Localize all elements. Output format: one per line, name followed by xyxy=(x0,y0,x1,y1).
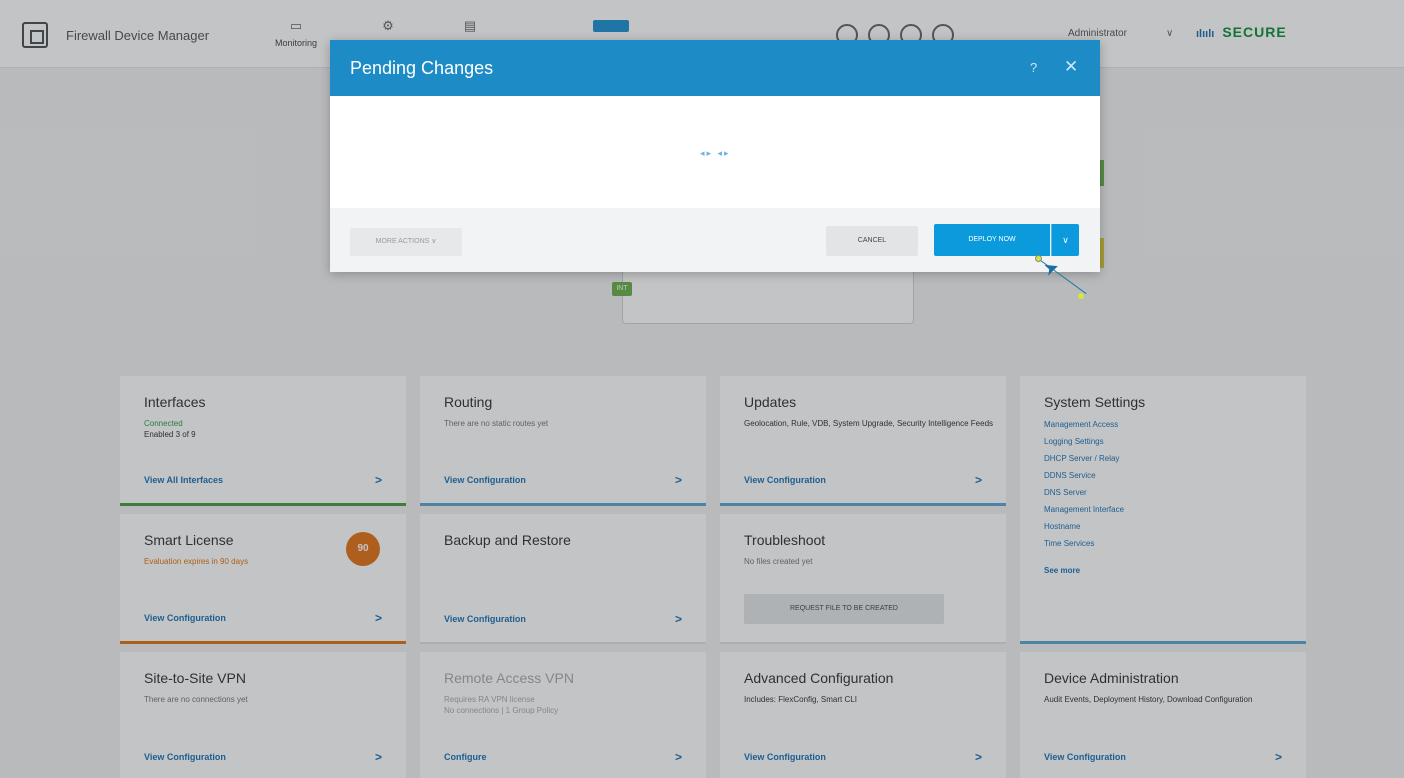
help-icon[interactable]: ? xyxy=(1030,60,1037,75)
cursor-trail-dot xyxy=(1078,293,1084,299)
deploy-options-dropdown[interactable]: ∨ xyxy=(1051,224,1079,256)
dialog-header: Pending Changes ? ✕ xyxy=(330,40,1100,96)
dialog-title: Pending Changes xyxy=(350,58,494,78)
loading-spinner-icon: ◂▸ ◂▸ xyxy=(700,148,731,158)
cancel-button[interactable]: CANCEL xyxy=(826,226,918,256)
close-icon[interactable]: ✕ xyxy=(1064,57,1078,77)
more-actions-button[interactable]: MORE ACTIONS ∨ xyxy=(350,228,462,256)
dialog-body: ◂▸ ◂▸ xyxy=(330,96,1100,208)
pending-changes-dialog: Pending Changes ? ✕ ◂▸ ◂▸ MORE ACTIONS ∨… xyxy=(330,40,1100,272)
dialog-footer: MORE ACTIONS ∨ CANCEL DEPLOY NOW ∨ xyxy=(330,208,1100,272)
deploy-now-button[interactable]: DEPLOY NOW xyxy=(934,224,1050,256)
